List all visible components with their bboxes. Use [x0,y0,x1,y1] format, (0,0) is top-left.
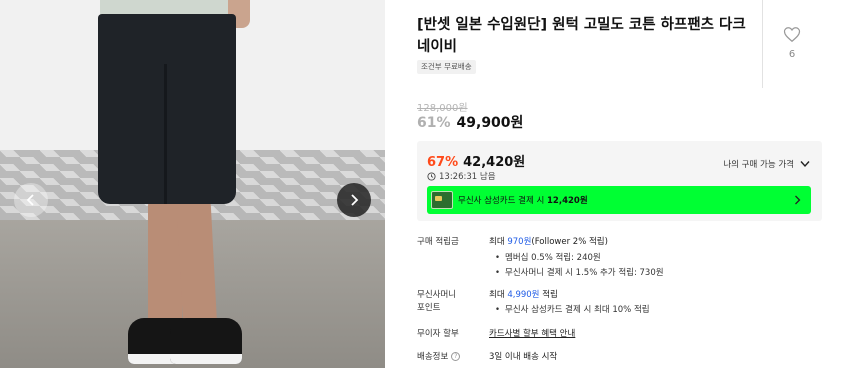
product-info: [반셋 일본 수입원단] 원턱 고밀도 코튼 하프팬츠 다크네이비 조건부 무료… [385,0,850,368]
timer-text: 13:26:31 남음 [439,172,496,182]
my-price-box: 67% 42,420원 13:26:31 남음 나의 구매 가능 가격 무신사 … [417,141,822,221]
my-price-toggle[interactable]: 나의 구매 가능 가격 [723,158,810,170]
like-count: 6 [788,49,796,60]
heart-icon [783,27,801,43]
installment-link[interactable]: 카드사별 할부 혜택 안내 [489,328,575,341]
money-bullets: 무신사 삼성카드 결제 시 최대 10% 적립 [495,303,650,318]
list-item: 무신사머니 결제 시 1.5% 추가 적립: 730원 [495,266,664,281]
chevron-right-icon [351,194,359,206]
photo-leg-right [176,195,218,337]
list-item: 무신사 삼성카드 결제 시 최대 10% 적립 [495,303,650,318]
divider [762,0,763,88]
price-row: 61% 49,900원 [417,112,523,132]
card-image [431,191,453,209]
my-price-row: 67% 42,420원 [427,151,525,170]
clock-icon [427,171,436,181]
delivery-label: 배송정보? [417,351,461,364]
photo-shoe-right [170,318,242,364]
points-value: 최대 970원(Follower 2% 적립) [489,237,608,247]
list-item: 멤버십 0.5% 적립: 240원 [495,251,664,266]
shipping-tag: 조건부 무료배송 [417,60,476,74]
discount-rate: 61% [417,115,451,131]
my-discount-rate: 67% [427,155,459,170]
product-page: [반셋 일본 수입원단] 원턱 고밀도 코튼 하프팬츠 다크네이비 조건부 무료… [0,0,850,368]
money-label: 무신사머니 포인트 [417,290,457,313]
card-promo-banner[interactable]: 무신사 삼성카드 결제 시 12,420원 [427,186,811,214]
chevron-down-icon [800,161,810,168]
my-price-label: 나의 구매 가능 가격 [723,160,794,170]
points-label: 구매 적립금 [417,237,459,247]
help-icon[interactable]: ? [451,352,461,361]
chevron-right-icon [795,195,801,205]
countdown-timer: 13:26:31 남음 [427,170,496,182]
chevron-left-icon [26,194,34,206]
next-image-button[interactable] [337,183,371,217]
like-button[interactable]: 6 [780,26,804,60]
money-value: 최대 4,990원 적립 [489,290,558,300]
points-bullets: 멤버십 0.5% 적립: 240원 무신사머니 결제 시 1.5% 추가 적립:… [495,251,664,281]
delivery-value: 3일 이내 배송 시작 [489,352,558,362]
photo-shorts [98,14,236,204]
installment-label: 무이자 할부 [417,329,459,339]
sale-price: 49,900원 [456,115,524,131]
my-price: 42,420원 [463,155,526,170]
product-title: [반셋 일본 수입원단] 원턱 고밀도 코튼 하프팬츠 다크네이비 [417,17,746,55]
card-promo-text: 무신사 삼성카드 결제 시 12,420원 [458,196,588,206]
product-photo[interactable] [0,0,385,368]
prev-image-button[interactable] [14,183,48,217]
